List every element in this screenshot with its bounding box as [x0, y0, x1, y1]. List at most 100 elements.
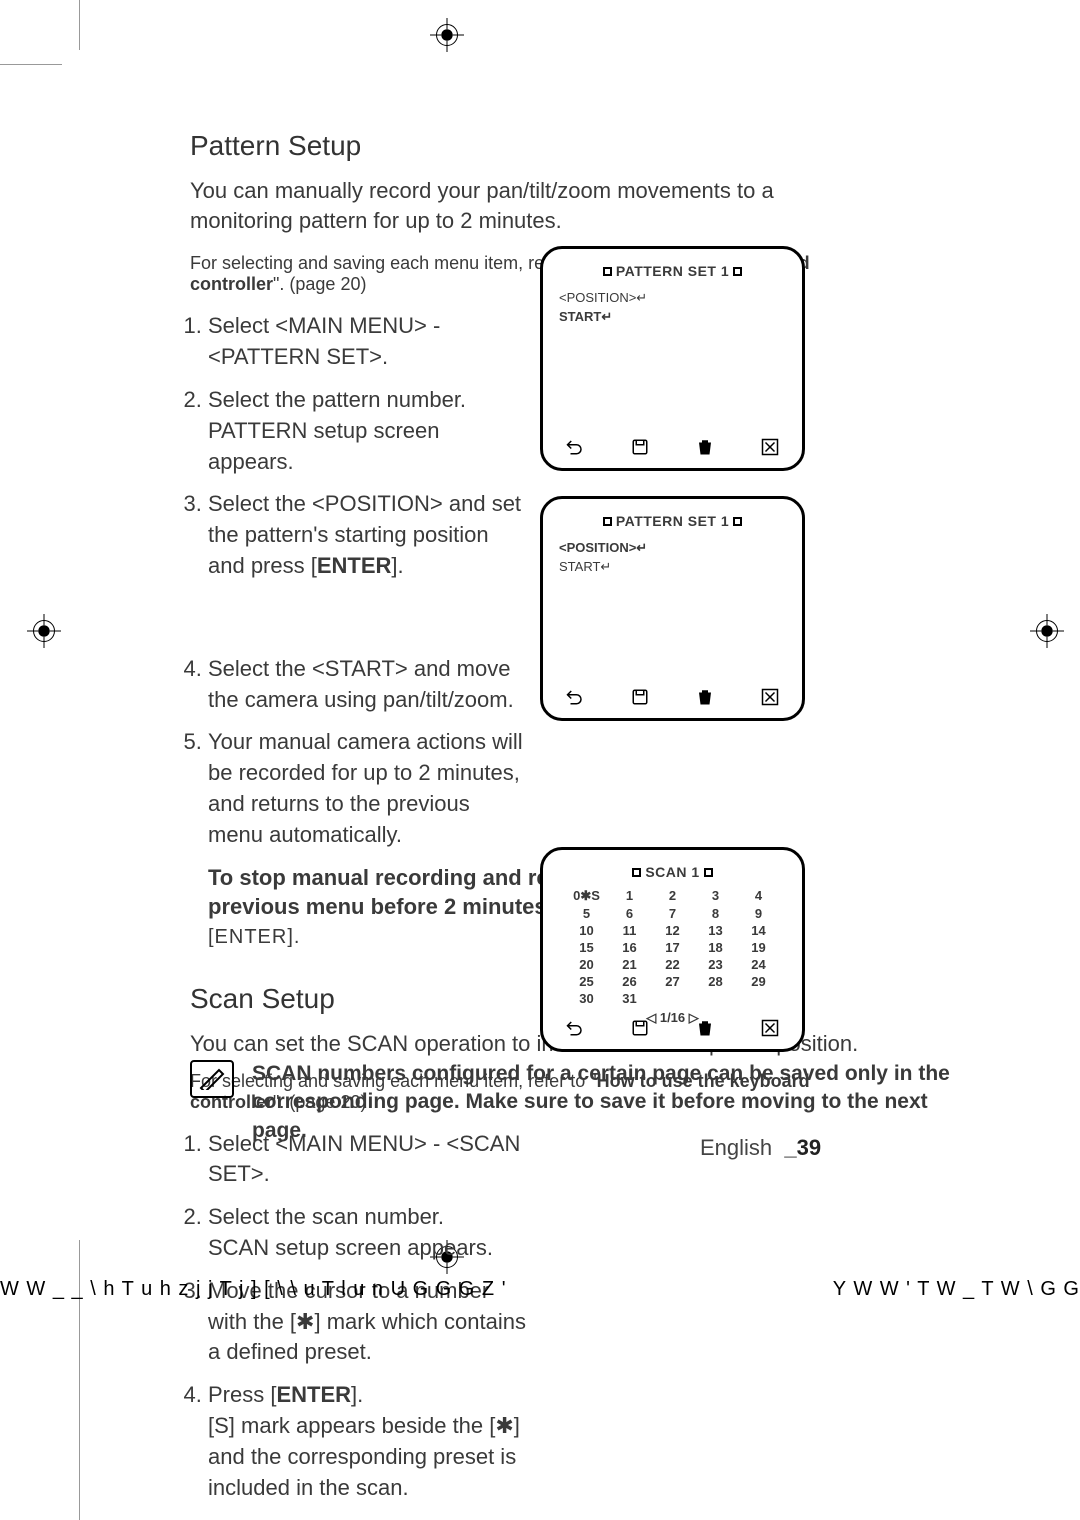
osd-icon-row: [543, 688, 802, 706]
osd-screen-pattern-1: PATTERN SET 1 <POSITION>↵ START↵: [540, 246, 805, 471]
printer-line-right: Y W W ' T W _ T W \ G G: [833, 1278, 1080, 1301]
osd-text: START↵: [559, 309, 612, 324]
step-text: PATTERN setup screen appears.: [208, 418, 439, 474]
scan-cell: 16: [608, 940, 651, 955]
scan-cell: 11: [608, 923, 651, 938]
osd-text: <POSITION>↵: [559, 540, 647, 555]
tip-block: SCAN numbers configured for a certain pa…: [190, 1060, 990, 1145]
scan-cell: 3: [694, 888, 737, 904]
scan-cell: 19: [737, 940, 780, 955]
osd-row: <POSITION>↵: [559, 540, 786, 556]
pattern-step-4: Select the <START> and move the camera u…: [208, 654, 530, 716]
registration-mark: [1030, 614, 1064, 648]
scan-cell: 1: [608, 888, 651, 904]
osd-text: START↵: [559, 559, 611, 574]
scan-cell: 12: [651, 923, 694, 938]
pattern-steps-a: Select <MAIN MENU> - <PATTERN SET>. Sele…: [190, 311, 530, 581]
step-text: Select the scan number.: [208, 1204, 444, 1229]
scan-cell: 27: [651, 974, 694, 989]
delete-icon: [695, 688, 715, 706]
osd-screen-pattern-2: PATTERN SET 1 <POSITION>↵ START↵: [540, 496, 805, 721]
pattern-step-1: Select <MAIN MENU> - <PATTERN SET>.: [208, 311, 530, 373]
step-text: SCAN setup screen appears.: [208, 1235, 493, 1260]
step-text: [S] mark appears beside the [✱] and the …: [208, 1413, 520, 1500]
note-prefix: For selecting and saving each menu item,…: [190, 253, 597, 273]
scan-grid: 0✱S1234567891011121314151617181920212223…: [543, 880, 802, 1026]
save-icon: [630, 1019, 650, 1037]
scan-cell: 9: [737, 906, 780, 921]
pattern-heading: Pattern Setup: [190, 130, 860, 162]
scan-cell: 23: [694, 957, 737, 972]
scan-cell: 17: [651, 940, 694, 955]
note-suffix: ". (page 20): [273, 274, 366, 294]
tip-text: SCAN numbers configured for a certain pa…: [252, 1060, 972, 1145]
scan-cell: 26: [608, 974, 651, 989]
scan-cell: 13: [694, 923, 737, 938]
scan-cell: 6: [608, 906, 651, 921]
osd-title: SCAN 1: [543, 864, 802, 880]
osd-title-text: PATTERN SET 1: [616, 263, 729, 279]
footer-page: _39: [784, 1135, 821, 1160]
osd-title-text: SCAN 1: [645, 864, 699, 880]
osd-text: <POSITION>↵: [559, 290, 647, 305]
crop-mark: [79, 0, 80, 50]
scan-cell: 14: [737, 923, 780, 938]
pattern-steps-b: Select the <START> and move the camera u…: [190, 654, 530, 851]
registration-mark: [27, 614, 61, 648]
osd-title-text: PATTERN SET 1: [616, 513, 729, 529]
step-text: ].: [351, 1382, 363, 1407]
scan-cell: 5: [565, 906, 608, 921]
scan-cell: 10: [565, 923, 608, 938]
step-text: Press [: [208, 1382, 276, 1407]
scan-cell: 15: [565, 940, 608, 955]
delete-icon: [695, 1019, 715, 1037]
osd-title: PATTERN SET 1: [543, 513, 802, 529]
scan-cell: 2: [651, 888, 694, 904]
back-icon: [565, 1019, 585, 1037]
enter-key: ENTER: [317, 553, 392, 578]
scan-cell: 29: [737, 974, 780, 989]
scan-cell: 30: [565, 991, 608, 1006]
osd-row: START↵: [559, 559, 786, 575]
pattern-lead: You can manually record your pan/tilt/zo…: [190, 176, 860, 235]
pattern-step-3: Select the <POSITION> and set the patter…: [208, 489, 530, 581]
enter-key: ENTER: [276, 1382, 351, 1407]
close-icon: [760, 438, 780, 456]
scan-cell: 25: [565, 974, 608, 989]
scan-cell: 20: [565, 957, 608, 972]
delete-icon: [695, 438, 715, 456]
step-text: ].: [391, 553, 403, 578]
pattern-step-2: Select the pattern number. PATTERN setup…: [208, 385, 530, 477]
osd-icon-row: [543, 438, 802, 456]
close-icon: [760, 1019, 780, 1037]
step-text: Select the pattern number.: [208, 387, 466, 412]
scan-step-4: Press [ENTER]. [S] mark appears beside t…: [208, 1380, 530, 1503]
close-icon: [760, 688, 780, 706]
scan-cell: 7: [651, 906, 694, 921]
note-icon: [190, 1060, 234, 1098]
crop-mark: [0, 64, 62, 65]
scan-cell: 22: [651, 957, 694, 972]
scan-cell: 18: [694, 940, 737, 955]
save-icon: [630, 438, 650, 456]
scan-steps: Select <MAIN MENU> - <SCAN SET>. Select …: [190, 1129, 530, 1504]
scan-cell: 21: [608, 957, 651, 972]
scan-cell: 28: [694, 974, 737, 989]
pattern-step-5: Your manual camera actions will be recor…: [208, 727, 530, 850]
osd-row: <POSITION>↵: [559, 290, 786, 306]
printer-line-left: W W _ _ \ h T u h z j j T j ] [ \ \ u T …: [0, 1278, 507, 1301]
scan-step-2: Select the scan number. SCAN setup scree…: [208, 1202, 530, 1264]
footer-lang: English: [700, 1135, 772, 1160]
scan-cell: 8: [694, 906, 737, 921]
scan-cell: 24: [737, 957, 780, 972]
osd-screen-scan: SCAN 1 0✱S123456789101112131415161718192…: [540, 847, 805, 1052]
osd-title: PATTERN SET 1: [543, 263, 802, 279]
back-icon: [565, 438, 585, 456]
save-icon: [630, 688, 650, 706]
page-footer: English _39: [700, 1135, 821, 1161]
osd-icon-row: [543, 1019, 802, 1037]
scan-cell: 4: [737, 888, 780, 904]
scan-cell: 31: [608, 991, 651, 1006]
back-icon: [565, 688, 585, 706]
osd-row: START↵: [559, 309, 786, 325]
